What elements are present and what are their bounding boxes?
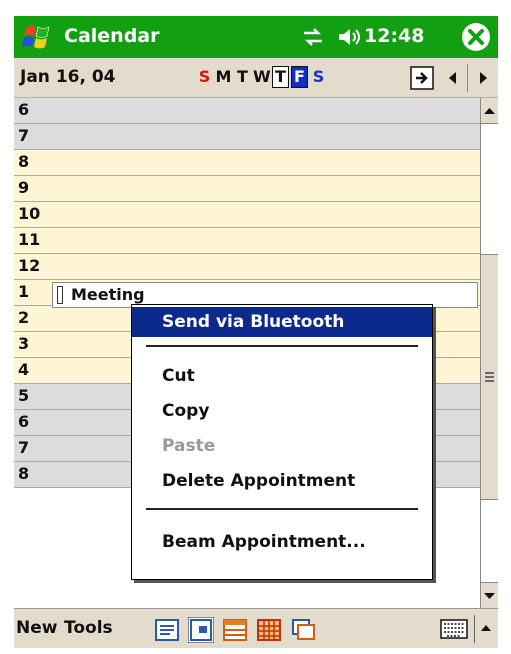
day-wednesday[interactable]: W bbox=[253, 66, 271, 88]
week-view-icon[interactable] bbox=[222, 617, 248, 643]
month-view-icon[interactable] bbox=[256, 617, 282, 643]
hour-label: 1 bbox=[18, 282, 30, 301]
scroll-down-button[interactable] bbox=[481, 582, 498, 608]
menu-item-send-via-bluetooth[interactable]: Send via Bluetooth bbox=[132, 307, 432, 337]
appointment-status-bar bbox=[57, 286, 63, 304]
app-title: Calendar bbox=[64, 25, 160, 47]
hour-label: 5 bbox=[18, 386, 30, 405]
hour-label: 7 bbox=[18, 126, 30, 145]
vertical-scrollbar[interactable] bbox=[480, 98, 498, 608]
menu-bar: New Tools bbox=[14, 608, 498, 648]
hour-label: 2 bbox=[18, 308, 30, 327]
scroll-thumb[interactable] bbox=[481, 254, 498, 500]
current-date[interactable]: Jan 16, 04 bbox=[20, 67, 116, 87]
day-saturday[interactable]: S bbox=[310, 66, 327, 88]
hour-row[interactable]: 11 bbox=[14, 228, 480, 254]
hour-row[interactable]: 9 bbox=[14, 176, 480, 202]
hour-row[interactable]: 7 bbox=[14, 124, 480, 150]
menu-item-copy[interactable]: Copy bbox=[132, 396, 432, 426]
keyboard-icon[interactable] bbox=[440, 619, 468, 639]
hour-label: 7 bbox=[18, 438, 30, 457]
close-button[interactable] bbox=[462, 23, 490, 51]
hour-label: 6 bbox=[18, 412, 30, 431]
menu-item-paste: Paste bbox=[162, 436, 216, 456]
title-bar: Calendar 12:48 bbox=[14, 16, 498, 58]
day-friday-selected[interactable]: F bbox=[291, 66, 308, 88]
up-arrow-icon bbox=[481, 625, 491, 631]
day-view-icon[interactable] bbox=[188, 617, 214, 643]
connectivity-icon[interactable] bbox=[300, 25, 326, 49]
left-arrow-icon[interactable] bbox=[444, 67, 462, 89]
context-menu: Send via Bluetooth Cut Copy Paste Delete… bbox=[131, 304, 433, 580]
hour-label: 9 bbox=[18, 178, 30, 197]
right-arrow-icon[interactable] bbox=[474, 67, 492, 89]
clock[interactable]: 12:48 bbox=[364, 25, 424, 47]
input-panel-toggle[interactable] bbox=[474, 615, 496, 643]
menu-separator bbox=[146, 508, 418, 510]
menu-item-cut[interactable]: Cut bbox=[132, 361, 432, 391]
divider bbox=[467, 64, 468, 92]
speaker-icon[interactable] bbox=[336, 25, 362, 49]
hour-label: 3 bbox=[18, 334, 30, 353]
day-thursday[interactable]: T bbox=[272, 66, 289, 88]
menu-item-delete-appointment[interactable]: Delete Appointment bbox=[132, 466, 432, 496]
day-tuesday[interactable]: T bbox=[234, 66, 251, 88]
down-arrow-icon bbox=[484, 593, 495, 599]
tools-menu[interactable]: Tools bbox=[64, 618, 113, 638]
hour-label: 6 bbox=[18, 100, 30, 119]
appointment-title: Meeting bbox=[71, 285, 145, 304]
windows-flag-icon[interactable] bbox=[22, 22, 54, 52]
year-view-icon[interactable] bbox=[290, 617, 316, 643]
hour-row[interactable]: 12 bbox=[14, 254, 480, 280]
hour-label: 8 bbox=[18, 464, 30, 483]
goto-today-icon[interactable] bbox=[410, 66, 434, 90]
date-navigation-bar: Jan 16, 04 S M T W T F S bbox=[14, 58, 498, 98]
up-arrow-icon bbox=[484, 108, 495, 114]
hour-label: 8 bbox=[18, 152, 30, 171]
hour-label: 12 bbox=[18, 256, 41, 275]
day-sunday[interactable]: S bbox=[196, 66, 213, 88]
hour-row[interactable]: 8 bbox=[14, 150, 480, 176]
hour-label: 10 bbox=[18, 204, 41, 223]
hour-label: 4 bbox=[18, 360, 30, 379]
grip-icon bbox=[485, 372, 494, 382]
menu-item-beam-appointment[interactable]: Beam Appointment... bbox=[132, 527, 432, 557]
menu-separator bbox=[146, 345, 418, 347]
close-icon bbox=[468, 29, 484, 45]
hour-row[interactable]: 6 bbox=[14, 98, 480, 124]
device-screen: Calendar 12:48 Jan 16, 04 S M T W T F S bbox=[14, 16, 498, 648]
scroll-up-button[interactable] bbox=[481, 98, 498, 124]
new-menu[interactable]: New bbox=[16, 618, 57, 638]
hour-label: 11 bbox=[18, 230, 41, 249]
day-monday[interactable]: M bbox=[215, 66, 232, 88]
hour-row[interactable]: 10 bbox=[14, 202, 480, 228]
agenda-view-icon[interactable] bbox=[154, 617, 180, 643]
